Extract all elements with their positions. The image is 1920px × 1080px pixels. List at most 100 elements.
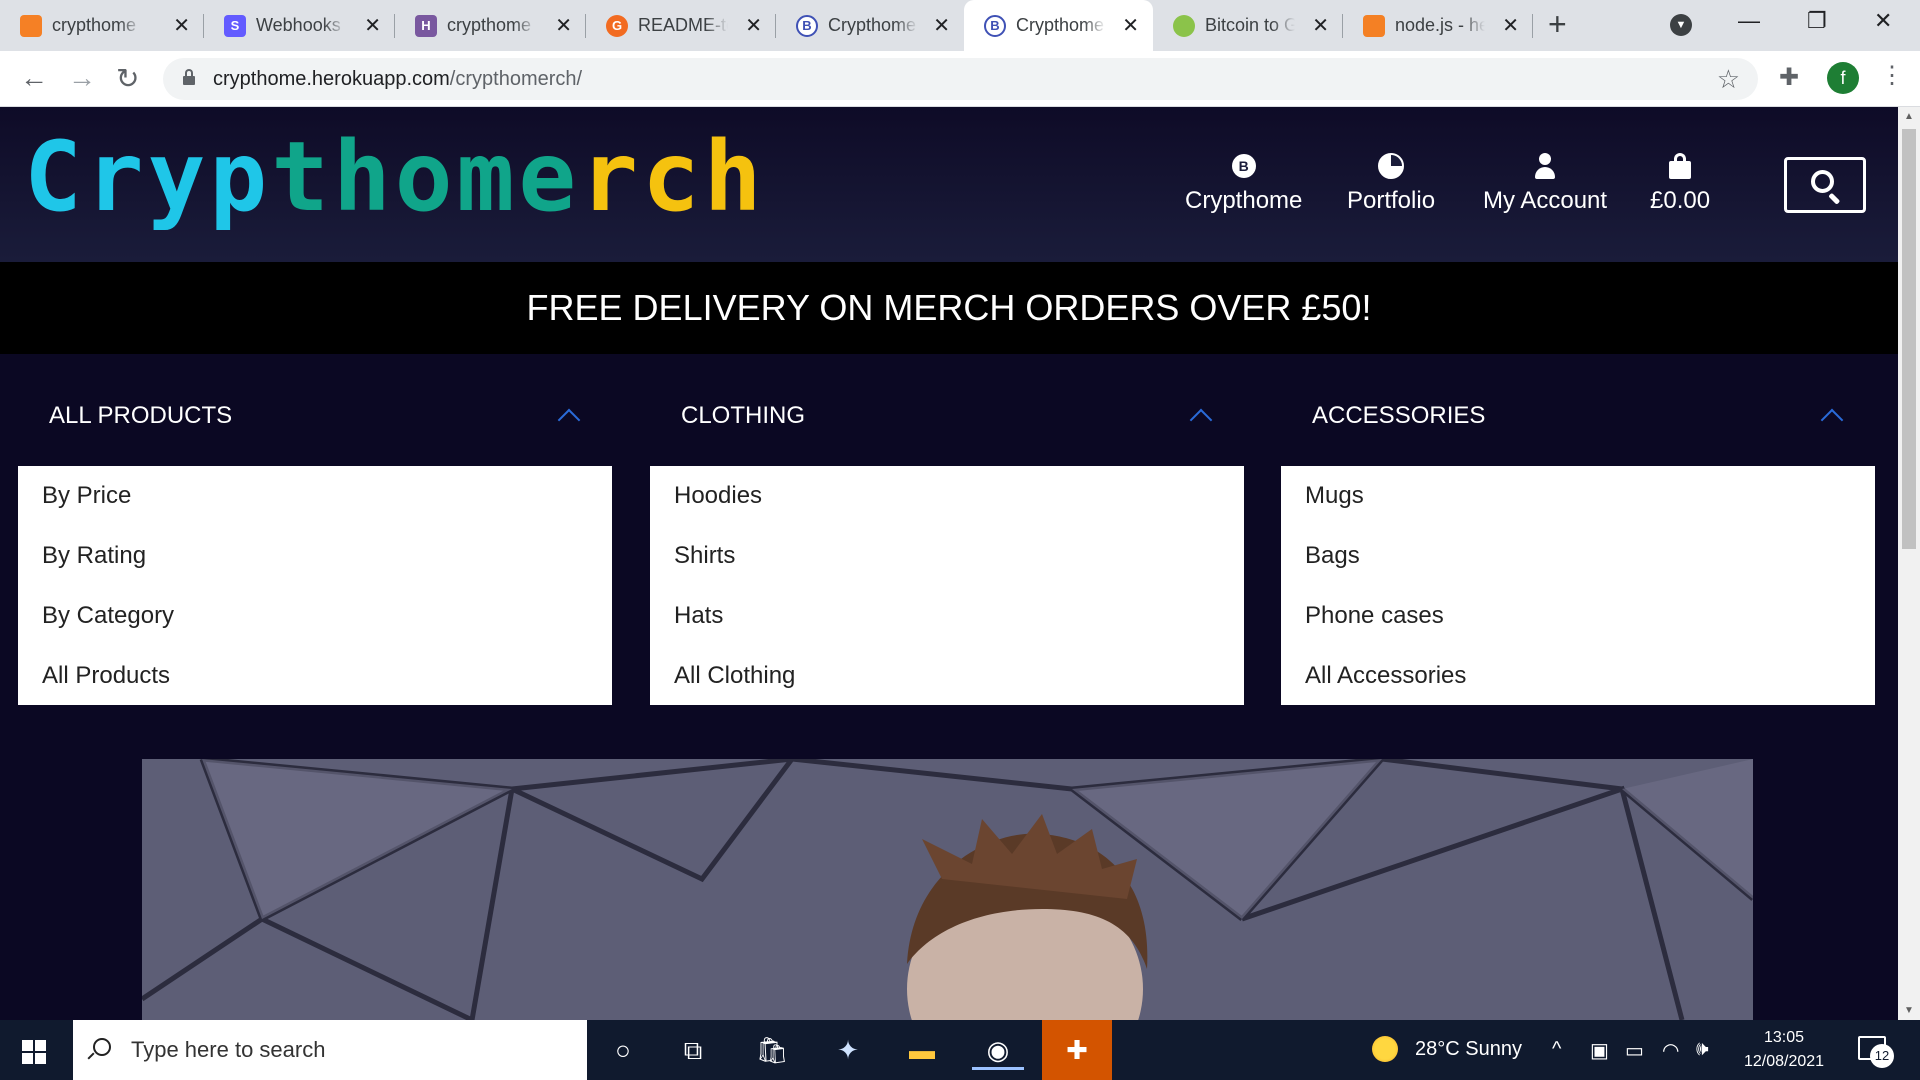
menu-item-by-category[interactable]: By Category [18, 588, 612, 648]
close-tab-icon[interactable]: ✕ [1122, 13, 1139, 38]
menu-item-hoodies[interactable]: Hoodies [650, 468, 1244, 528]
favicon-icon: S [224, 14, 246, 37]
meet-now-icon[interactable]: ▣ [1590, 1038, 1609, 1063]
clock-date: 12/08/2021 [1743, 1053, 1825, 1070]
clock[interactable]: 13:05 12/08/2021 [1734, 1026, 1834, 1074]
notification-icon[interactable]: 12 [1858, 1036, 1894, 1068]
volume-icon[interactable]: 🕪 [1696, 1038, 1709, 1061]
task-view-icon[interactable]: ⧉ [667, 1030, 719, 1070]
favicon-icon: B [796, 14, 818, 37]
chrome-icon[interactable]: ◉ [972, 1030, 1024, 1070]
menu-accessories: ACCESSORIES Mugs Bags Phone cases All Ac… [1281, 354, 1875, 705]
windows-taskbar: Type here to search ○ ⧉ 🛍 ✦ ▬ ◉ ✚ 28°C S… [0, 1020, 1920, 1080]
menu-item-all-accessories[interactable]: All Accessories [1281, 648, 1875, 708]
close-tab-icon[interactable]: ✕ [173, 13, 190, 38]
tab-title: crypthome [447, 15, 532, 35]
forward-icon[interactable]: → [68, 62, 96, 94]
menu-item-all-clothing[interactable]: All Clothing [650, 648, 1244, 708]
scrollbar-thumb[interactable] [1902, 129, 1916, 549]
dropdown-panel: Mugs Bags Phone cases All Accessories [1281, 466, 1875, 705]
favicon-icon [20, 14, 42, 37]
address-bar[interactable]: crypthome.herokuapp.com/crypthomerch/ ☆ [163, 58, 1758, 100]
close-window-icon[interactable]: ✕ [1874, 8, 1892, 34]
user-icon [1533, 153, 1557, 179]
windows-start-icon[interactable] [22, 1040, 46, 1064]
lock-icon[interactable] [183, 69, 195, 85]
browser-tab[interactable]: S Webhooks - ✕ [204, 0, 395, 51]
hero-image [142, 759, 1753, 1020]
url-text[interactable]: crypthome.herokuapp.com/crypthomerch/ [213, 68, 582, 91]
tab-title: node.js - he [1395, 15, 1485, 35]
search-icon [1811, 170, 1834, 193]
menu-header[interactable]: CLOTHING [650, 354, 1244, 466]
web-page: Crypthomerch B Crypthome Portfolio My Ac… [0, 107, 1898, 1020]
nav-portfolio[interactable]: Portfolio [1347, 151, 1435, 215]
back-icon[interactable]: ← [20, 62, 48, 94]
search-icon [93, 1038, 111, 1056]
menu-header[interactable]: ALL PRODUCTS [18, 354, 612, 466]
chevron-up-icon[interactable]: ^ [1552, 1038, 1561, 1061]
nav-cart[interactable]: £0.00 [1650, 151, 1710, 215]
cortana-icon[interactable]: ○ [597, 1030, 649, 1070]
browser-tab[interactable]: node.js - he ✕ [1343, 0, 1533, 51]
favicon-icon: B [984, 14, 1006, 37]
menu-item-bags[interactable]: Bags [1281, 528, 1875, 588]
minimize-icon[interactable]: — [1738, 8, 1760, 34]
close-tab-icon[interactable]: ✕ [364, 13, 381, 38]
browser-menu-icon[interactable]: ⋮ [1880, 61, 1904, 90]
favicon-icon [1363, 14, 1385, 37]
restore-icon[interactable]: ❐ [1807, 8, 1827, 34]
menu-item-mugs[interactable]: Mugs [1281, 468, 1875, 528]
taskbar-search-box[interactable]: Type here to search [73, 1020, 587, 1080]
browser-tab[interactable]: B Crypthome ✕ [776, 0, 964, 51]
close-tab-icon[interactable]: ✕ [1312, 13, 1329, 38]
site-header: Crypthomerch B Crypthome Portfolio My Ac… [0, 107, 1898, 262]
dropbox-icon[interactable]: ✦ [822, 1030, 874, 1070]
menu-item-phone-cases[interactable]: Phone cases [1281, 588, 1875, 648]
wifi-icon[interactable]: ◠ [1662, 1038, 1679, 1063]
menu-item-hats[interactable]: Hats [650, 588, 1244, 648]
extensions-icon[interactable]: ✚ [1779, 63, 1799, 92]
menu-header[interactable]: ACCESSORIES [1281, 354, 1875, 466]
close-tab-icon[interactable]: ✕ [555, 13, 572, 38]
pie-chart-icon [1378, 153, 1405, 179]
browser-tab[interactable]: H crypthome ✕ [395, 0, 586, 51]
nav-crypthome[interactable]: B Crypthome [1185, 151, 1302, 215]
search-button[interactable] [1784, 157, 1866, 213]
tab-search-icon[interactable]: ▼ [1670, 14, 1692, 36]
slack-icon[interactable]: ✚ [1042, 1020, 1112, 1080]
file-explorer-icon[interactable]: ▬ [896, 1030, 948, 1070]
new-tab-button[interactable]: + [1548, 6, 1567, 43]
close-tab-icon[interactable]: ✕ [745, 13, 762, 38]
browser-tab[interactable]: G README-te ✕ [586, 0, 776, 51]
battery-icon[interactable]: ▭ [1625, 1038, 1644, 1063]
browser-tab[interactable]: Bitcoin to G ✕ [1153, 0, 1343, 51]
tab-title: Crypthome [1016, 15, 1105, 35]
browser-tab[interactable]: crypthome ✕ [0, 0, 204, 51]
scroll-up-icon[interactable]: ▲ [1904, 111, 1914, 122]
favicon-icon [1173, 14, 1195, 37]
nav-my-account[interactable]: My Account [1483, 151, 1607, 215]
menu-clothing: CLOTHING Hoodies Shirts Hats All Clothin… [650, 354, 1244, 705]
scroll-down-icon[interactable]: ▼ [1904, 1005, 1914, 1016]
profile-avatar[interactable]: f [1827, 62, 1859, 94]
dropdown-panel: By Price By Rating By Category All Produ… [18, 466, 612, 705]
bookmark-star-icon[interactable]: ☆ [1717, 64, 1740, 95]
menu-item-by-rating[interactable]: By Rating [18, 528, 612, 588]
browser-tab-strip: crypthome ✕ S Webhooks - ✕ H crypthome ✕… [0, 0, 1920, 51]
menu-item-all-products[interactable]: All Products [18, 648, 612, 708]
page-scrollbar[interactable]: ▲ ▼ [1898, 107, 1920, 1020]
notification-badge: 12 [1870, 1044, 1894, 1068]
menu-item-by-price[interactable]: By Price [18, 468, 612, 528]
browser-toolbar: ← → ↻ crypthome.herokuapp.com/crypthomer… [0, 51, 1920, 107]
browser-tab-active[interactable]: B Crypthome ✕ [964, 0, 1153, 51]
reload-icon[interactable]: ↻ [116, 62, 139, 95]
weather-sun-icon[interactable] [1372, 1036, 1398, 1062]
weather-text[interactable]: 28°C Sunny [1415, 1038, 1522, 1061]
close-tab-icon[interactable]: ✕ [1502, 13, 1519, 38]
store-icon[interactable]: 🛍 [746, 1030, 798, 1070]
tab-title: Bitcoin to G [1205, 15, 1295, 35]
site-logo[interactable]: Crypthomerch [24, 129, 766, 225]
close-tab-icon[interactable]: ✕ [933, 13, 950, 38]
menu-item-shirts[interactable]: Shirts [650, 528, 1244, 588]
